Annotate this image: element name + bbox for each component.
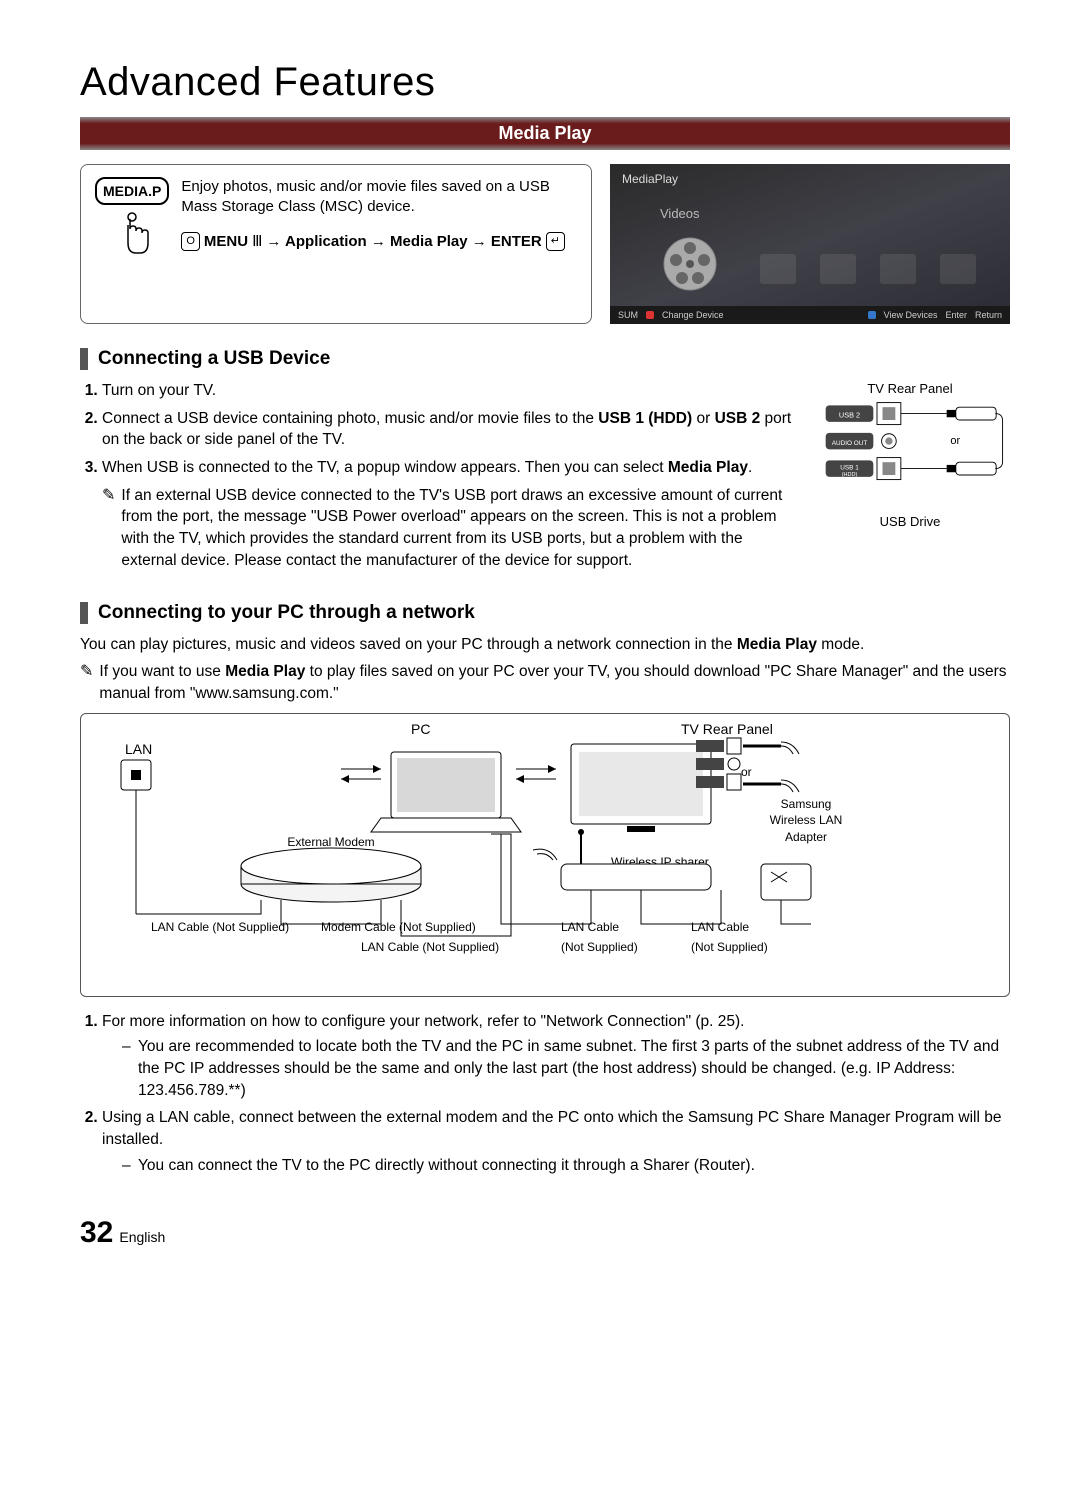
mediaplay-screenshot: MediaPlay Videos SUM Change Device xyxy=(610,164,1010,324)
page-title: Advanced Features xyxy=(80,60,1010,105)
intro-box: MEDIA.P Enjoy photos, music and/or movie… xyxy=(80,164,592,324)
screenshot-change-device: Change Device xyxy=(662,310,724,320)
menu-button-icon: O xyxy=(181,232,200,251)
screenshot-subtitle: Videos xyxy=(660,206,700,221)
page-number: 32 xyxy=(80,1216,113,1250)
network-step-1-dash: You are recommended to locate both the T… xyxy=(138,1036,1010,1101)
network-diagram: PC TV Rear Panel LAN or Samsung Wireless… xyxy=(80,713,1010,997)
note-icon xyxy=(80,661,93,704)
media-p-button-label: MEDIA.P xyxy=(95,177,169,205)
usb-overload-note: If an external USB device connected to t… xyxy=(121,485,798,572)
menu-label: MENU xyxy=(204,232,248,252)
red-a-button-icon xyxy=(646,311,654,319)
screenshot-thumb-icon xyxy=(820,254,856,284)
page-language: English xyxy=(119,1229,165,1245)
network-step-2-dash: You can connect the TV to the PC directl… xyxy=(138,1155,1010,1177)
subhead-network: Connecting to your PC through a network xyxy=(98,602,475,624)
hand-press-icon xyxy=(112,211,152,259)
screenshot-thumb-icon xyxy=(940,254,976,284)
svg-text:AUDIO OUT: AUDIO OUT xyxy=(832,440,868,447)
usb-drive-label: USB Drive xyxy=(810,513,1010,531)
network-step-2: Using a LAN cable, connect between the e… xyxy=(102,1107,1010,1176)
subhead-accent-icon xyxy=(80,602,88,624)
svg-text:or: or xyxy=(950,435,960,447)
svg-text:(HDD): (HDD) xyxy=(842,472,858,478)
screenshot-sum-label: SUM xyxy=(618,310,638,320)
video-reel-icon xyxy=(660,234,720,294)
usb2-port-label: USB 2 xyxy=(839,410,860,419)
screenshot-title: MediaPlay xyxy=(622,172,678,186)
enter-icon: ↵ xyxy=(546,232,565,251)
usb-connection-diagram: TV Rear Panel USB 2 AUDIO OUT USB 1 (HDD… xyxy=(810,380,1010,532)
section-bar-media-play: Media Play xyxy=(80,117,1010,150)
subhead-accent-icon xyxy=(80,348,88,370)
pc-share-manager-note: If you want to use Media Play to play fi… xyxy=(99,661,1010,704)
blue-d-button-icon xyxy=(868,311,876,319)
menu-hamburger-icon: Ⅲ xyxy=(252,232,262,252)
subhead-usb: Connecting a USB Device xyxy=(98,348,330,370)
network-step-1: For more information on how to configure… xyxy=(102,1011,1010,1102)
menu-path-text: → Application → Media Play → ENTER xyxy=(266,232,541,252)
screenshot-thumb-icon xyxy=(880,254,916,284)
screenshot-enter: Enter xyxy=(945,310,967,320)
screenshot-view-devices: View Devices xyxy=(884,310,938,320)
tv-rear-panel-label: TV Rear Panel xyxy=(810,380,1010,398)
note-icon xyxy=(102,485,115,572)
network-intro: You can play pictures, music and videos … xyxy=(80,634,1010,656)
menu-path: O MENU Ⅲ → Application → Media Play → EN… xyxy=(181,232,577,252)
screenshot-thumb-icon xyxy=(760,254,796,284)
svg-text:USB 1: USB 1 xyxy=(840,465,859,472)
intro-description: Enjoy photos, music and/or movie files s… xyxy=(181,177,577,218)
screenshot-return: Return xyxy=(975,310,1002,320)
